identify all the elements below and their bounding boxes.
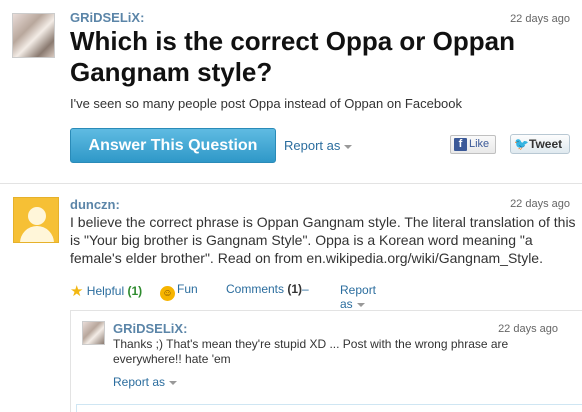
default-avatar-body bbox=[20, 226, 54, 242]
question-description: I've seen so many people post Oppa inste… bbox=[70, 96, 463, 111]
question-timestamp: 22 days ago bbox=[510, 13, 570, 25]
star-icon: ★ bbox=[70, 283, 84, 300]
default-avatar-head bbox=[28, 207, 46, 225]
fun-button[interactable]: ☺ Fun bbox=[160, 282, 198, 301]
answer-timestamp: 22 days ago bbox=[510, 198, 570, 210]
helpful-button[interactable]: ★ Helpful (1) bbox=[70, 282, 142, 300]
answer-text: I believe the correct phrase is Oppan Ga… bbox=[70, 214, 576, 266]
comment-input-box[interactable] bbox=[76, 404, 582, 412]
chevron-down-icon bbox=[356, 302, 365, 307]
asker-username[interactable]: GRiDSELiX: bbox=[70, 10, 144, 25]
fun-label: Fun bbox=[177, 282, 198, 296]
tweet-label: Tweet bbox=[529, 137, 563, 151]
commenter-username[interactable]: GRiDSELiX: bbox=[113, 321, 187, 336]
report-label: Report as bbox=[113, 375, 166, 389]
smiley-icon: ☺ bbox=[160, 286, 175, 301]
asker-avatar[interactable] bbox=[12, 13, 55, 58]
chevron-down-icon bbox=[169, 380, 178, 385]
like-label: Like bbox=[469, 138, 490, 150]
comments-label: Comments bbox=[226, 282, 285, 296]
commenter-avatar[interactable] bbox=[82, 321, 105, 345]
answerer-username[interactable]: dunczn: bbox=[70, 197, 120, 212]
facebook-icon: f bbox=[454, 137, 467, 151]
comment-reply: GRiDSELiX: 22 days ago Thanks ;) That's … bbox=[70, 310, 582, 412]
comments-toggle[interactable]: Comments (1)– bbox=[226, 282, 309, 296]
section-divider bbox=[0, 183, 582, 184]
question-title: Which is the correct Oppa or Oppan Gangn… bbox=[70, 26, 515, 87]
helpful-count: (1) bbox=[127, 284, 143, 298]
question-section: GRiDSELiX: 22 days ago Which is the corr… bbox=[0, 0, 582, 182]
facebook-like-button[interactable]: f Like bbox=[450, 135, 496, 154]
question-report-dropdown[interactable]: Report as bbox=[284, 138, 353, 153]
comments-count: (1) bbox=[287, 282, 303, 296]
report-label: Report as bbox=[284, 138, 341, 153]
comment-text: Thanks ;) That's mean they're stupid XD … bbox=[113, 337, 509, 366]
comment-report-dropdown[interactable]: Report as bbox=[113, 375, 178, 389]
twitter-bird-icon: 🐦 bbox=[514, 137, 529, 152]
collapse-icon: – bbox=[302, 282, 309, 296]
chevron-down-icon bbox=[344, 144, 353, 149]
answer-question-button[interactable]: Answer This Question bbox=[70, 128, 276, 163]
answerer-avatar[interactable] bbox=[13, 197, 59, 243]
comment-timestamp: 22 days ago bbox=[498, 323, 558, 335]
answer-report-dropdown[interactable]: Report as bbox=[340, 283, 376, 311]
helpful-label: Helpful bbox=[86, 284, 125, 298]
tweet-button[interactable]: 🐦Tweet bbox=[510, 134, 570, 154]
